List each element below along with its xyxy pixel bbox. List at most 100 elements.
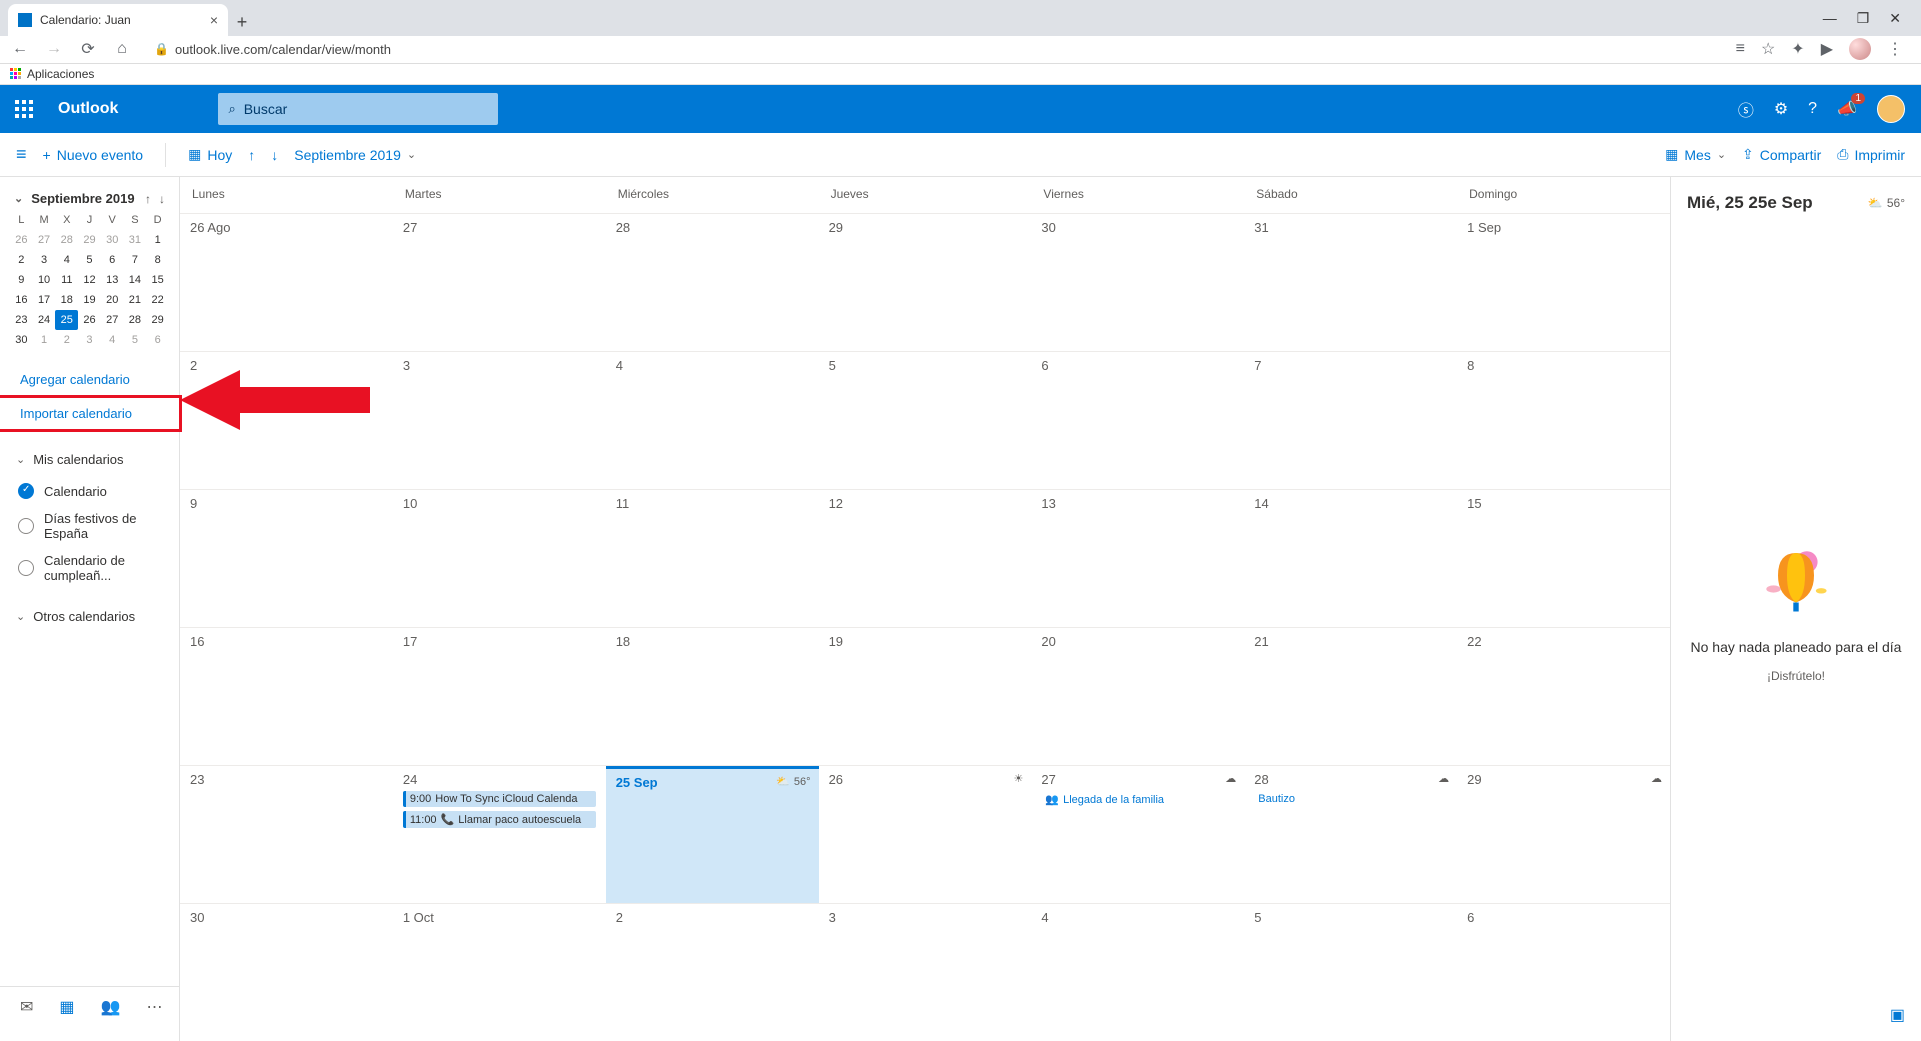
mini-day-cell[interactable]: 3 [33, 250, 56, 270]
expand-pane-icon[interactable]: ▣ [1890, 1005, 1905, 1025]
calendar-day-cell[interactable]: 17 [393, 628, 606, 765]
new-tab-button[interactable]: + [228, 8, 256, 36]
mini-day-cell[interactable]: 6 [146, 330, 169, 350]
calendar-day-cell[interactable]: 12 [819, 490, 1032, 627]
hamburger-menu-icon[interactable]: ≡ [16, 144, 27, 165]
calendar-checkbox[interactable] [18, 483, 34, 499]
mini-day-cell[interactable]: 9 [10, 270, 33, 290]
browser-tab[interactable]: Calendario: Juan × [8, 4, 228, 36]
mini-day-cell[interactable]: 16 [10, 290, 33, 310]
mini-day-cell[interactable]: 8 [146, 250, 169, 270]
calendar-day-cell[interactable]: 4 [606, 352, 819, 489]
next-month-button[interactable]: ↓ [271, 147, 278, 163]
calendar-day-cell[interactable]: 11 [606, 490, 819, 627]
help-icon[interactable]: ? [1808, 100, 1817, 118]
mini-day-cell[interactable]: 20 [101, 290, 124, 310]
calendar-day-cell[interactable]: 6 [1457, 904, 1670, 1041]
mini-day-cell[interactable]: 30 [101, 230, 124, 250]
reload-icon[interactable]: ⟳ [76, 39, 100, 59]
calendar-day-cell[interactable]: 28 [606, 214, 819, 351]
apps-grid-icon[interactable] [10, 68, 21, 79]
mini-day-cell[interactable]: 5 [124, 330, 147, 350]
calendar-day-cell[interactable]: 27☁👥 Llegada de la familia [1031, 766, 1244, 903]
calendar-day-cell[interactable]: 26☀ [819, 766, 1032, 903]
skype-icon[interactable]: ⓢ [1738, 97, 1754, 121]
import-calendar-link[interactable]: Importar calendario [0, 395, 182, 432]
calendar-day-cell[interactable]: 1 Sep [1457, 214, 1670, 351]
my-calendars-section[interactable]: ⌄ Mis calendarios [0, 442, 179, 477]
mini-day-cell[interactable]: 27 [33, 230, 56, 250]
mini-day-cell[interactable]: 13 [101, 270, 124, 290]
calendar-event[interactable]: Bautizo [1254, 791, 1447, 807]
megaphone-icon[interactable]: 📣1 [1837, 99, 1857, 119]
calendar-day-cell[interactable]: 29☁ [1457, 766, 1670, 903]
mail-icon[interactable]: ✉ [20, 997, 33, 1017]
mini-day-cell[interactable]: 24 [33, 310, 56, 330]
calendar-day-cell[interactable]: 6 [1031, 352, 1244, 489]
mini-day-cell[interactable]: 12 [78, 270, 101, 290]
calendar-day-cell[interactable]: 30 [180, 904, 393, 1041]
mini-day-cell[interactable]: 31 [124, 230, 147, 250]
calendar-day-cell[interactable]: 2 [180, 352, 393, 489]
settings-gear-icon[interactable]: ⚙ [1774, 99, 1788, 119]
calendar-list-item[interactable]: Calendario [0, 477, 179, 505]
mini-day-cell[interactable]: 30 [10, 330, 33, 350]
mini-day-cell[interactable]: 10 [33, 270, 56, 290]
mini-day-cell[interactable]: 3 [78, 330, 101, 350]
calendar-day-cell[interactable]: 7 [1244, 352, 1457, 489]
calendar-day-cell[interactable]: 1 Oct [393, 904, 606, 1041]
minimize-icon[interactable]: — [1823, 10, 1837, 26]
calendar-day-cell[interactable]: 10 [393, 490, 606, 627]
more-icon[interactable]: ⋯ [146, 997, 162, 1017]
mini-day-cell[interactable]: 4 [55, 250, 78, 270]
calendar-day-cell[interactable]: 18 [606, 628, 819, 765]
calendar-day-cell[interactable]: 26 Ago [180, 214, 393, 351]
profile-avatar-icon[interactable] [1849, 38, 1871, 60]
calendar-day-cell[interactable]: 22 [1457, 628, 1670, 765]
forward-icon[interactable]: → [42, 40, 66, 58]
new-event-button[interactable]: + Nuevo evento [43, 147, 144, 163]
mini-day-cell[interactable]: 22 [146, 290, 169, 310]
mini-day-cell[interactable]: 11 [55, 270, 78, 290]
mini-day-cell[interactable]: 5 [78, 250, 101, 270]
home-icon[interactable]: ⌂ [110, 40, 134, 58]
calendar-day-cell[interactable]: 3 [819, 904, 1032, 1041]
mini-day-cell[interactable]: 6 [101, 250, 124, 270]
mini-day-cell[interactable]: 1 [146, 230, 169, 250]
calendar-day-cell[interactable]: 29 [819, 214, 1032, 351]
calendar-event[interactable]: 11:00📞 Llamar paco autoescuela [403, 811, 596, 828]
browser-menu-icon[interactable]: ⋮ [1887, 39, 1903, 59]
calendar-icon[interactable]: ▦ [59, 997, 74, 1017]
calendar-day-cell[interactable]: 5 [1244, 904, 1457, 1041]
add-calendar-link[interactable]: Agregar calendario [0, 364, 179, 395]
search-input[interactable] [244, 101, 489, 117]
calendar-day-cell[interactable]: 249:00 How To Sync iCloud Calenda11:00📞 … [393, 766, 606, 903]
calendar-day-cell[interactable]: 5 [819, 352, 1032, 489]
mini-day-cell[interactable]: 26 [78, 310, 101, 330]
print-button[interactable]: ⎙ Imprimir [1837, 146, 1905, 163]
mini-day-cell[interactable]: 14 [124, 270, 147, 290]
mini-day-cell[interactable]: 2 [10, 250, 33, 270]
mini-day-cell[interactable]: 25 [55, 310, 78, 330]
calendar-day-cell[interactable]: 19 [819, 628, 1032, 765]
media-icon[interactable]: ▶ [1821, 39, 1833, 59]
calendar-day-cell[interactable]: 30 [1031, 214, 1244, 351]
calendar-day-cell[interactable]: 28☁ Bautizo [1244, 766, 1457, 903]
share-button[interactable]: ⇪ Compartir [1742, 146, 1821, 163]
calendar-checkbox[interactable] [18, 560, 34, 576]
search-box[interactable]: ⌕ [218, 93, 498, 125]
close-tab-icon[interactable]: × [210, 12, 218, 28]
mini-day-cell[interactable]: 21 [124, 290, 147, 310]
close-window-icon[interactable]: ✕ [1889, 10, 1901, 27]
mini-day-cell[interactable]: 28 [55, 230, 78, 250]
chevron-down-icon[interactable]: ⌄ [14, 192, 23, 205]
mini-day-cell[interactable]: 29 [146, 310, 169, 330]
calendar-day-cell[interactable]: 8 [1457, 352, 1670, 489]
mini-day-cell[interactable]: 27 [101, 310, 124, 330]
reading-list-icon[interactable]: ≡ [1736, 40, 1745, 58]
star-icon[interactable]: ☆ [1761, 39, 1775, 59]
calendar-day-cell[interactable]: 25 Sep⛅56° [606, 766, 819, 903]
bookmarks-apps-label[interactable]: Aplicaciones [27, 67, 94, 81]
calendar-day-cell[interactable]: 27 [393, 214, 606, 351]
calendar-day-cell[interactable]: 3 [393, 352, 606, 489]
